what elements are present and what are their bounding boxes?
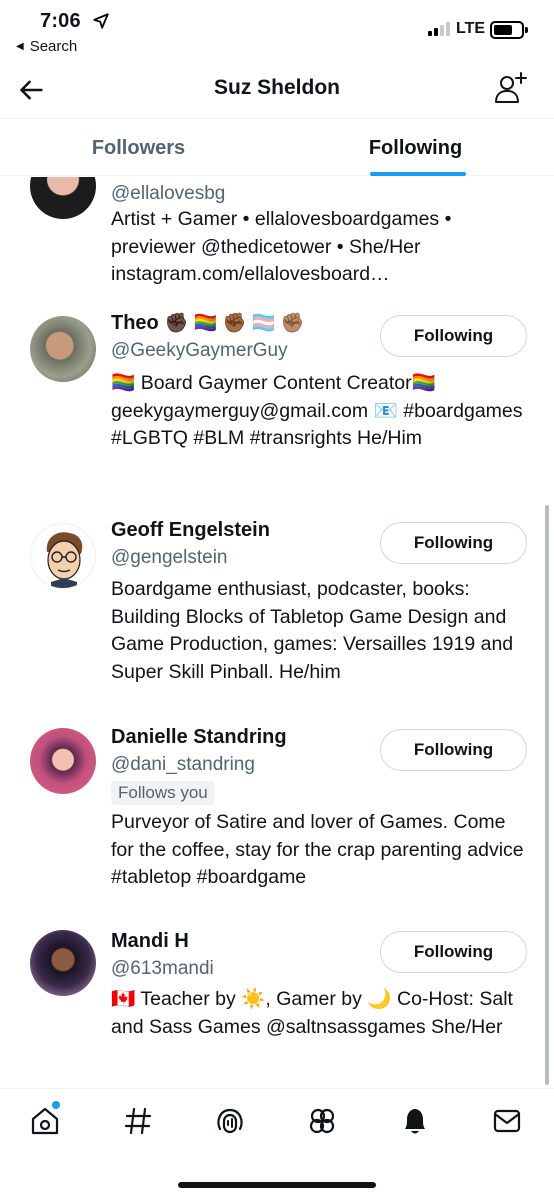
- user-bio: 🇨🇦 Teacher by ☀️, Gamer by 🌙 Co-Host: Sa…: [111, 988, 513, 1038]
- status-bar: 7:06 ◀ Search LTE: [0, 0, 554, 62]
- user-bio: Boardgame enthusiast, podcaster, books: …: [111, 578, 514, 683]
- spaces-icon[interactable]: [214, 1105, 246, 1137]
- user-name: Mandi H: [111, 930, 189, 952]
- avatar[interactable]: [30, 728, 96, 794]
- user-bio: 🏳️‍🌈 Board Gaymer Content Creator🏳️‍🌈 ge…: [111, 372, 523, 449]
- user-name: Theo: [111, 312, 159, 334]
- name-emoji: ✊🏿 🏳️‍🌈 ✊🏾 🏳️‍⚧️ ✊🏽: [164, 313, 305, 334]
- back-triangle-icon: ◀: [16, 41, 24, 52]
- tab-followers-label: Followers: [91, 137, 186, 159]
- back-to-search-label: Search: [29, 38, 78, 55]
- home-icon[interactable]: [29, 1105, 61, 1137]
- location-arrow-icon: [93, 13, 109, 29]
- following-button[interactable]: Following: [380, 315, 527, 357]
- explore-hash-icon[interactable]: [122, 1105, 154, 1137]
- add-user-icon[interactable]: [492, 70, 528, 106]
- user-name-row: Mandi H: [111, 930, 189, 953]
- messages-mail-icon[interactable]: [491, 1105, 523, 1137]
- profile-header: Suz Sheldon: [0, 62, 554, 118]
- communities-icon[interactable]: [306, 1105, 338, 1137]
- user-handle: @gengelstein: [111, 547, 228, 568]
- status-time: 7:06: [40, 10, 81, 32]
- follow-tabs: Followers Following: [0, 118, 554, 176]
- avatar[interactable]: [30, 316, 96, 382]
- following-button[interactable]: Following: [380, 931, 527, 973]
- follows-you-badge: Follows you: [111, 781, 215, 805]
- avatar[interactable]: [30, 523, 96, 589]
- following-list: @ellalovesbg Artist + Gamer • ellalovesb…: [0, 177, 554, 1087]
- following-button[interactable]: Following: [380, 522, 527, 564]
- user-handle: @GeekyGaymerGuy: [111, 340, 288, 361]
- home-indicator[interactable]: [178, 1182, 376, 1188]
- home-notification-dot: [52, 1101, 60, 1109]
- user-name-row: Danielle Standring: [111, 726, 287, 749]
- notifications-bell-icon[interactable]: [399, 1105, 431, 1137]
- avatar[interactable]: [30, 930, 96, 996]
- tab-followers[interactable]: Followers: [0, 119, 277, 175]
- cellular-signal-icon: [428, 22, 450, 36]
- tab-following[interactable]: Following: [277, 119, 554, 176]
- user-bio: Artist + Gamer • ellalovesboardgames • p…: [111, 208, 452, 285]
- user-name: Geoff Engelstein: [111, 519, 270, 541]
- user-handle: @ellalovesbg: [111, 183, 226, 204]
- network-type: LTE: [456, 20, 486, 37]
- user-bio: Purveyor of Satire and lover of Games. C…: [111, 811, 524, 888]
- scrollbar[interactable]: [545, 505, 549, 1085]
- user-name-row: Theo ✊🏿 🏳️‍🌈 ✊🏾 🏳️‍⚧️ ✊🏽: [111, 312, 304, 335]
- user-handle: @613mandi: [111, 958, 214, 979]
- following-button[interactable]: Following: [380, 729, 527, 771]
- user-name-row: Geoff Engelstein: [111, 519, 270, 542]
- page-title: Suz Sheldon: [214, 76, 340, 99]
- bottom-nav: [0, 1088, 554, 1158]
- back-to-search-link[interactable]: ◀ Search: [16, 38, 77, 55]
- avatar[interactable]: [30, 177, 96, 219]
- battery-icon: [490, 21, 528, 39]
- cartoon-face-icon: [46, 532, 83, 588]
- user-name: Danielle Standring: [111, 726, 287, 748]
- user-handle: @dani_standring: [111, 754, 255, 775]
- active-tab-indicator: [370, 172, 466, 176]
- tab-following-label: Following: [368, 137, 463, 159]
